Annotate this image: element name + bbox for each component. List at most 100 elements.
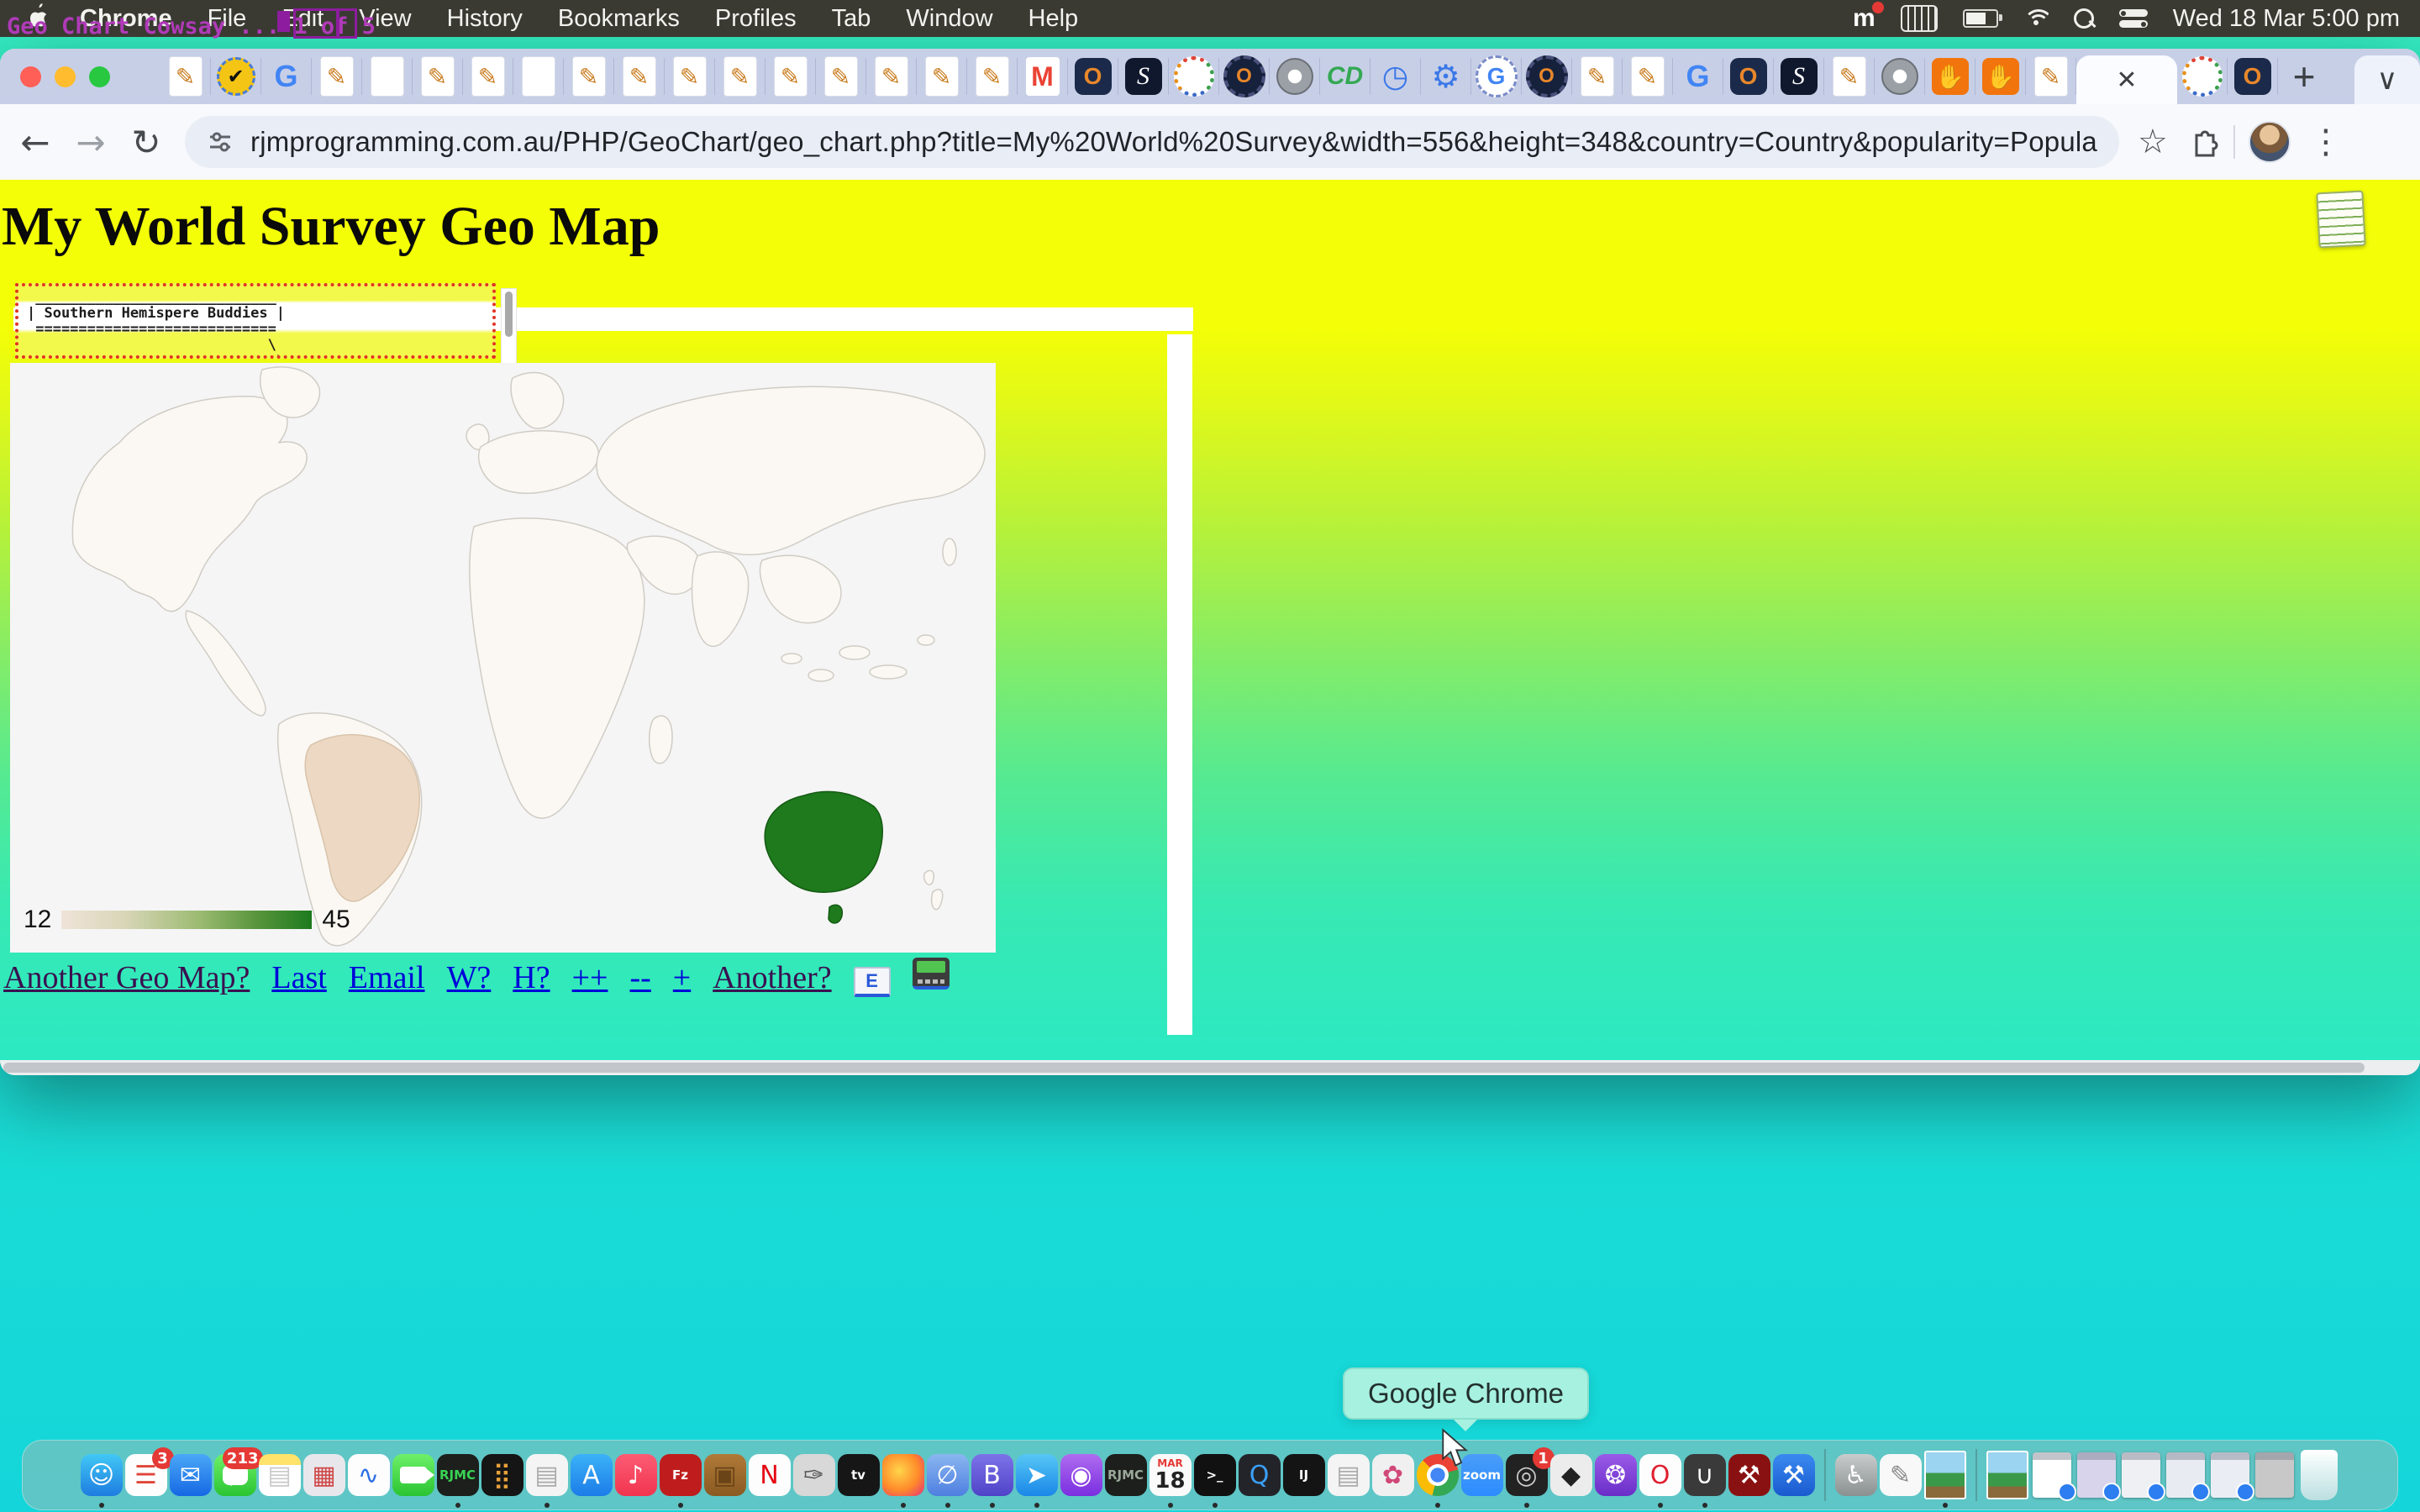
pinned-tab-o-navy[interactable]: O <box>2228 58 2278 95</box>
dock-item-preview[interactable] <box>1924 1454 1966 1496</box>
link-pager-icon[interactable] <box>913 958 950 998</box>
dock-item-minimized-doc-1[interactable] <box>2031 1454 2073 1496</box>
dock-item-paint-app[interactable]: ✿ <box>1372 1454 1414 1496</box>
link-another-[interactable]: Another? <box>713 959 831 996</box>
maximize-window-button[interactable] <box>89 66 110 87</box>
pinned-tab-g-ring[interactable]: G <box>1471 58 1522 95</box>
dock-item-app-store[interactable]: A <box>571 1454 613 1496</box>
pinned-tab-o-ring[interactable]: O <box>1219 58 1270 95</box>
pinned-tab-clock[interactable]: ◷ <box>1370 58 1421 95</box>
dock-item-accessibility[interactable]: ♿ <box>1835 1454 1877 1496</box>
pinned-tab-pencil[interactable]: ✎ <box>967 58 1018 95</box>
dock-item-opera[interactable]: O <box>1639 1454 1681 1496</box>
pinned-tab-pencil[interactable]: ✎ <box>160 58 211 95</box>
pinned-tab-google[interactable]: G <box>1673 58 1723 95</box>
cowsay-textarea[interactable]: ____________________________ | Southern … <box>15 283 496 359</box>
island-4[interactable] <box>918 635 934 645</box>
dock-item-terminal-2[interactable]: RJMC <box>1105 1454 1147 1496</box>
country-tasmania[interactable] <box>829 905 842 923</box>
pinned-tab-check[interactable]: ✔ <box>211 58 261 95</box>
battery-icon[interactable] <box>1963 3 1998 34</box>
link--[interactable]: ++ <box>572 959 608 996</box>
site-settings-icon[interactable] <box>207 129 234 155</box>
pinned-tab-pencil[interactable]: ✎ <box>816 58 866 95</box>
pinned-tab-s-navy[interactable]: S <box>1774 58 1824 95</box>
dock-item-toothfairy[interactable]: ∪ <box>1684 1454 1726 1496</box>
dock-item-red-tools-app[interactable]: ⚒ <box>1728 1454 1770 1496</box>
island-2[interactable] <box>870 665 907 679</box>
pinned-tab-pencil[interactable]: ✎ <box>917 58 967 95</box>
dock-item-bbedit[interactable]: B <box>971 1454 1013 1496</box>
menu-item-history[interactable]: History <box>429 5 540 33</box>
pinned-tab-pencil[interactable]: ✎ <box>715 58 765 95</box>
menu-item-window[interactable]: Window <box>888 5 1010 33</box>
country-new-zealand-south[interactable] <box>932 890 943 910</box>
new-tab-button[interactable]: + <box>2278 54 2330 99</box>
island-japan[interactable] <box>943 538 956 565</box>
dock-item-gimp[interactable]: ✑ <box>793 1454 835 1496</box>
pinned-tab-blank[interactable] <box>513 58 564 95</box>
dock-item-intellij[interactable]: IJ <box>1283 1454 1325 1496</box>
country-north-america[interactable] <box>72 396 307 612</box>
pinned-tab-o-navy[interactable]: O <box>1723 58 1774 95</box>
profile-avatar[interactable] <box>2249 121 2291 163</box>
menu-item-tab[interactable]: Tab <box>814 5 889 33</box>
address-bar[interactable]: rjmprogramming.com.au/PHP/GeoChart/geo_c… <box>185 116 2119 168</box>
horizontal-scrollbar-thumb[interactable] <box>3 1063 2365 1073</box>
pinned-tab-globe[interactable] <box>1270 58 1320 95</box>
pinned-tab-dots[interactable] <box>2177 58 2228 95</box>
country-scandinavia[interactable] <box>511 373 564 429</box>
country-australia[interactable] <box>765 791 882 892</box>
country-africa[interactable] <box>470 518 644 818</box>
input-source-icon[interactable] <box>1901 3 1938 34</box>
country-central-america[interactable] <box>186 611 266 716</box>
dock-item-camera-app[interactable]: ◎1 <box>1506 1454 1548 1496</box>
active-tab[interactable]: ✕ <box>2076 55 2177 104</box>
pinned-tab-pencil[interactable]: ✎ <box>312 58 362 95</box>
pinned-tab-pencil[interactable]: ✎ <box>463 58 513 95</box>
island-3[interactable] <box>808 669 834 681</box>
pinned-tab-o-ring[interactable]: O <box>1522 58 1572 95</box>
country-europe[interactable] <box>479 431 599 493</box>
link-h-[interactable]: H? <box>513 959 550 996</box>
control-center-icon[interactable] <box>2119 3 2148 34</box>
pinned-tab-google[interactable]: G <box>261 58 312 95</box>
horizontal-scrollbar[interactable] <box>0 1060 2420 1075</box>
pinned-tab-pencil[interactable]: ✎ <box>866 58 917 95</box>
dock-item-filezilla[interactable]: Fz <box>660 1454 702 1496</box>
dock-item-reminders[interactable]: ☰3 <box>125 1454 167 1496</box>
link-another-geo-map-[interactable]: Another Geo Map? <box>3 959 250 996</box>
dock-item-minimized-window-2[interactable] <box>2120 1454 2162 1496</box>
wifi-icon[interactable] <box>2023 3 2049 34</box>
dock-item-waveform-app[interactable]: ∿ <box>348 1454 390 1496</box>
link--[interactable]: + <box>673 959 691 996</box>
pinned-tab-pencil[interactable]: ✎ <box>1572 58 1623 95</box>
dock-item-downloads-photo[interactable] <box>1986 1454 2028 1496</box>
dock-item-netflix[interactable]: N <box>749 1454 791 1496</box>
tab-search-chevron[interactable]: ∨ <box>2354 55 2420 104</box>
pinned-tab-pencil[interactable]: ✎ <box>413 58 463 95</box>
dock-item-minimized-window-1[interactable] <box>2075 1454 2118 1496</box>
dock-item-gray-doc[interactable] <box>2254 1454 2296 1496</box>
island-1[interactable] <box>839 646 870 659</box>
menu-item-bookmarks[interactable]: Bookmarks <box>540 5 697 33</box>
dock-item-apple-tv[interactable]: tv <box>838 1454 880 1496</box>
forward-button[interactable]: → <box>67 122 114 163</box>
pinned-tab-pencil[interactable]: ✎ <box>1824 58 1875 95</box>
country-asia[interactable] <box>597 386 985 554</box>
pinned-tab-pencil[interactable]: ✎ <box>1623 58 1673 95</box>
link-email-icon[interactable]: E <box>854 958 891 997</box>
dock-item-terminal-rjmc[interactable]: RJMC <box>437 1454 479 1496</box>
link-last[interactable]: Last <box>271 959 326 996</box>
pinned-tab-cd[interactable]: CD <box>1320 58 1370 95</box>
reload-button[interactable]: ↻ <box>123 122 170 163</box>
close-tab-icon[interactable]: ✕ <box>2116 66 2137 95</box>
back-button[interactable]: ← <box>12 122 59 163</box>
close-window-button[interactable] <box>20 66 41 87</box>
dock-item-firefox[interactable] <box>882 1454 924 1496</box>
dock-item-messages[interactable]: 213 <box>214 1454 256 1496</box>
link-email[interactable]: Email <box>349 959 425 996</box>
link--[interactable]: -- <box>629 959 650 996</box>
dock-item-pet-app[interactable]: ❂ <box>1595 1454 1637 1496</box>
pinned-tab-globe[interactable] <box>1875 58 1925 95</box>
